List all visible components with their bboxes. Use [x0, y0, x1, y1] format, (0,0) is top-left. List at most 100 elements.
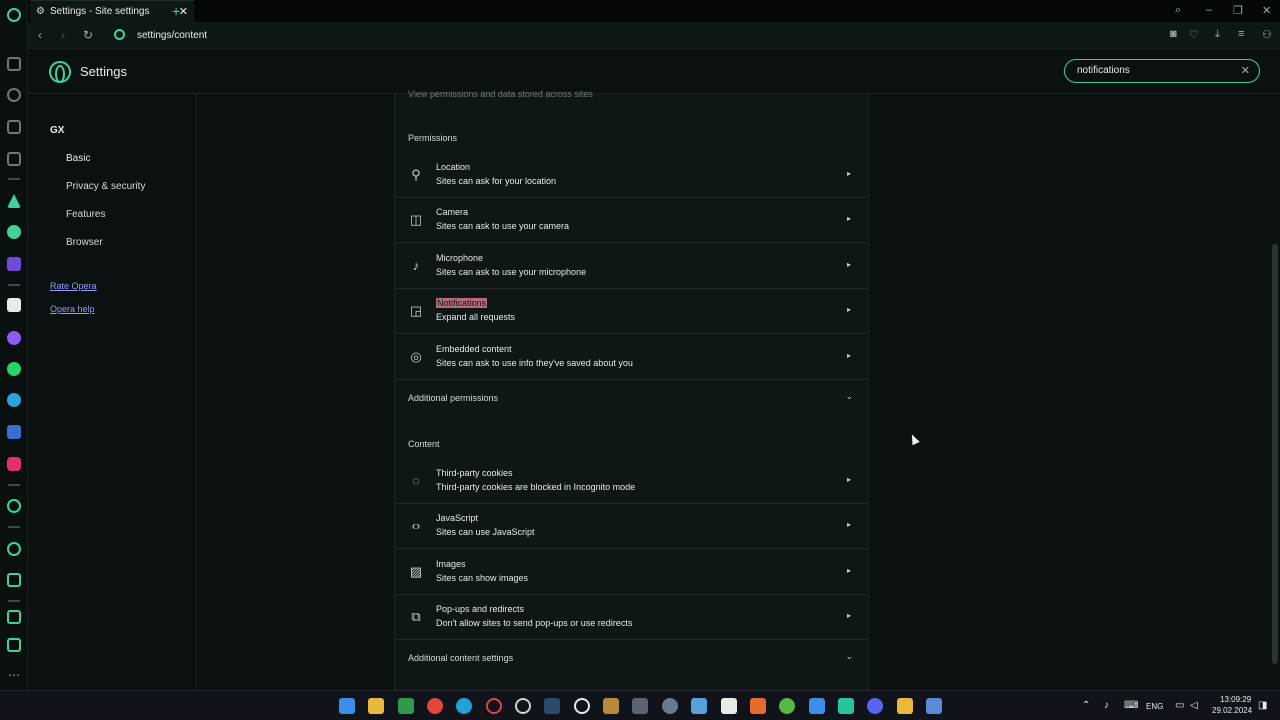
new-tab-button[interactable]: +: [172, 3, 180, 19]
rate-opera-link[interactable]: Rate Opera: [50, 281, 97, 291]
more-icon[interactable]: ⋯: [8, 668, 20, 682]
league-icon[interactable]: [603, 698, 619, 714]
xbox-icon[interactable]: [779, 698, 795, 714]
row-desc: Sites can ask to use info they've saved …: [436, 358, 633, 368]
page-scrollbar[interactable]: [1270, 94, 1280, 690]
twitch-icon[interactable]: [7, 152, 21, 166]
permission-row-embedded-content[interactable]: ◎ Embedded content Sites can ask to use …: [395, 335, 869, 380]
language-indicator[interactable]: ENG: [1146, 702, 1163, 711]
chatgpt-icon[interactable]: [7, 225, 21, 239]
vk-icon[interactable]: [7, 425, 21, 439]
origin-icon[interactable]: [750, 698, 766, 714]
row-desc: Sites can ask to use your microphone: [436, 267, 587, 277]
notification-center-icon[interactable]: ◨: [1258, 700, 1267, 711]
opera-url-icon: [114, 29, 125, 40]
microphone-icon: ♪: [412, 258, 420, 273]
row-title: Images: [436, 559, 466, 569]
permission-row-location[interactable]: ⚲ Location Sites can ask for your locati…: [395, 153, 869, 198]
additional-permissions-expander[interactable]: Additional permissions ⌄: [395, 381, 869, 415]
messenger-icon[interactable]: [7, 331, 21, 345]
minimize-icon[interactable]: –: [1206, 4, 1212, 16]
opera-gx-logo-icon[interactable]: [7, 8, 21, 22]
gx-corner-icon[interactable]: [7, 120, 21, 134]
notification-icon: ◲: [409, 303, 423, 318]
content-row-popups[interactable]: ⧉ Pop-ups and redirects Don't allow site…: [395, 595, 869, 640]
settings-search[interactable]: ✕: [1064, 59, 1260, 83]
mic-tray-icon[interactable]: ♪: [1104, 700, 1109, 711]
maximize-icon[interactable]: ❐: [1233, 4, 1243, 17]
nav-item-privacy[interactable]: Privacy & security: [66, 181, 145, 192]
vpn-app-icon[interactable]: [838, 698, 854, 714]
permission-row-microphone[interactable]: ♪ Microphone Sites can ask to use your m…: [395, 244, 869, 289]
tab-settings[interactable]: ⚙ Settings - Site settings ✕: [30, 0, 194, 22]
download-icon[interactable]: ⤓: [1215, 28, 1220, 41]
history-icon[interactable]: [7, 542, 21, 556]
windows-start-icon[interactable]: [339, 698, 355, 714]
nav-item-features[interactable]: Features: [66, 209, 105, 220]
content-row-cookies[interactable]: ◌ Third-party cookies Third-party cookie…: [395, 459, 869, 504]
snipping-icon[interactable]: [926, 698, 942, 714]
snapshot-icon[interactable]: ◙: [1170, 28, 1177, 40]
clear-search-icon[interactable]: ✕: [1241, 64, 1250, 77]
epic-icon[interactable]: [632, 698, 648, 714]
site-settings-panel: View permissions and data stored across …: [394, 89, 869, 690]
network-icon[interactable]: ▭: [1175, 700, 1184, 711]
settings-app-icon[interactable]: [662, 698, 678, 714]
nav-item-gx[interactable]: GX: [50, 125, 64, 136]
steam-icon[interactable]: [544, 698, 560, 714]
chrome-icon[interactable]: [427, 698, 443, 714]
edge-icon[interactable]: [456, 698, 472, 714]
back-icon[interactable]: ‹: [38, 28, 42, 42]
aria-icon[interactable]: [7, 194, 21, 208]
search-input[interactable]: [1077, 65, 1237, 76]
telegram-icon[interactable]: [7, 393, 21, 407]
cookie-icon: ◌: [412, 473, 420, 488]
opera-gx-taskbar-icon[interactable]: [486, 698, 502, 714]
speed-dial-icon[interactable]: [7, 88, 21, 102]
gx-control-icon[interactable]: [7, 57, 21, 71]
popup-icon: ⧉: [411, 609, 421, 624]
keyboard-icon[interactable]: ⌨: [1124, 700, 1138, 711]
discord-icon[interactable]: [7, 298, 21, 312]
close-window-icon[interactable]: ✕: [1262, 4, 1271, 17]
row-title: Third-party cookies: [436, 468, 513, 478]
clock-time[interactable]: 13:09:29: [1220, 695, 1251, 704]
ubisoft-icon[interactable]: [721, 698, 737, 714]
discord-taskbar-icon[interactable]: [867, 698, 883, 714]
folder-icon[interactable]: [897, 698, 913, 714]
scroll-thumb[interactable]: [1272, 244, 1278, 664]
row-desc: Third-party cookies are blocked in Incog…: [436, 482, 636, 492]
profile-icon[interactable]: ⚇: [1262, 28, 1272, 41]
search-tabs-icon[interactable]: ⌕: [1175, 4, 1181, 17]
csv-app-icon[interactable]: [398, 698, 414, 714]
nav-item-basic[interactable]: Basic: [66, 153, 90, 164]
gallery-icon[interactable]: [7, 638, 21, 652]
clock-date[interactable]: 29.02.2024: [1212, 706, 1252, 715]
todo-icon[interactable]: [809, 698, 825, 714]
reload-icon[interactable]: ↻: [83, 28, 93, 42]
nav-item-browser[interactable]: Browser: [66, 237, 103, 248]
url-field[interactable]: settings/content: [137, 30, 207, 41]
steelseries-icon[interactable]: [574, 698, 590, 714]
player-icon[interactable]: [7, 499, 21, 513]
pinboard-icon[interactable]: [7, 610, 21, 624]
whatsapp-icon[interactable]: [7, 362, 21, 376]
menu-icon[interactable]: ≡: [1238, 28, 1244, 40]
monitor-app-icon[interactable]: [691, 698, 707, 714]
address-bar: ‹ › ↻ settings/content ◙ ♡ ⤓ ≡ ⚇: [28, 22, 1280, 49]
instagram-icon[interactable]: [7, 457, 21, 471]
extensions-icon[interactable]: [7, 573, 21, 587]
forward-icon[interactable]: ›: [61, 28, 65, 42]
file-explorer-icon[interactable]: [368, 698, 384, 714]
permission-row-camera[interactable]: ◫ Camera Sites can ask to use your camer…: [395, 198, 869, 243]
permission-row-notifications[interactable]: ◲ Notifications Expand all requests ▸: [395, 289, 869, 334]
volume-icon[interactable]: ◁: [1190, 700, 1198, 711]
content-row-images[interactable]: ▨ Images Sites can show images ▸: [395, 550, 869, 595]
content-row-javascript[interactable]: ‹› JavaScript Sites can use JavaScript ▸: [395, 504, 869, 549]
tray-chevron-icon[interactable]: ⌃: [1082, 700, 1090, 711]
app-icon[interactable]: [515, 698, 531, 714]
chatsonic-icon[interactable]: [7, 257, 21, 271]
opera-help-link[interactable]: Opera help: [50, 304, 95, 314]
heart-icon[interactable]: ♡: [1189, 28, 1199, 41]
additional-content-expander[interactable]: Additional content settings ⌄: [395, 641, 869, 675]
